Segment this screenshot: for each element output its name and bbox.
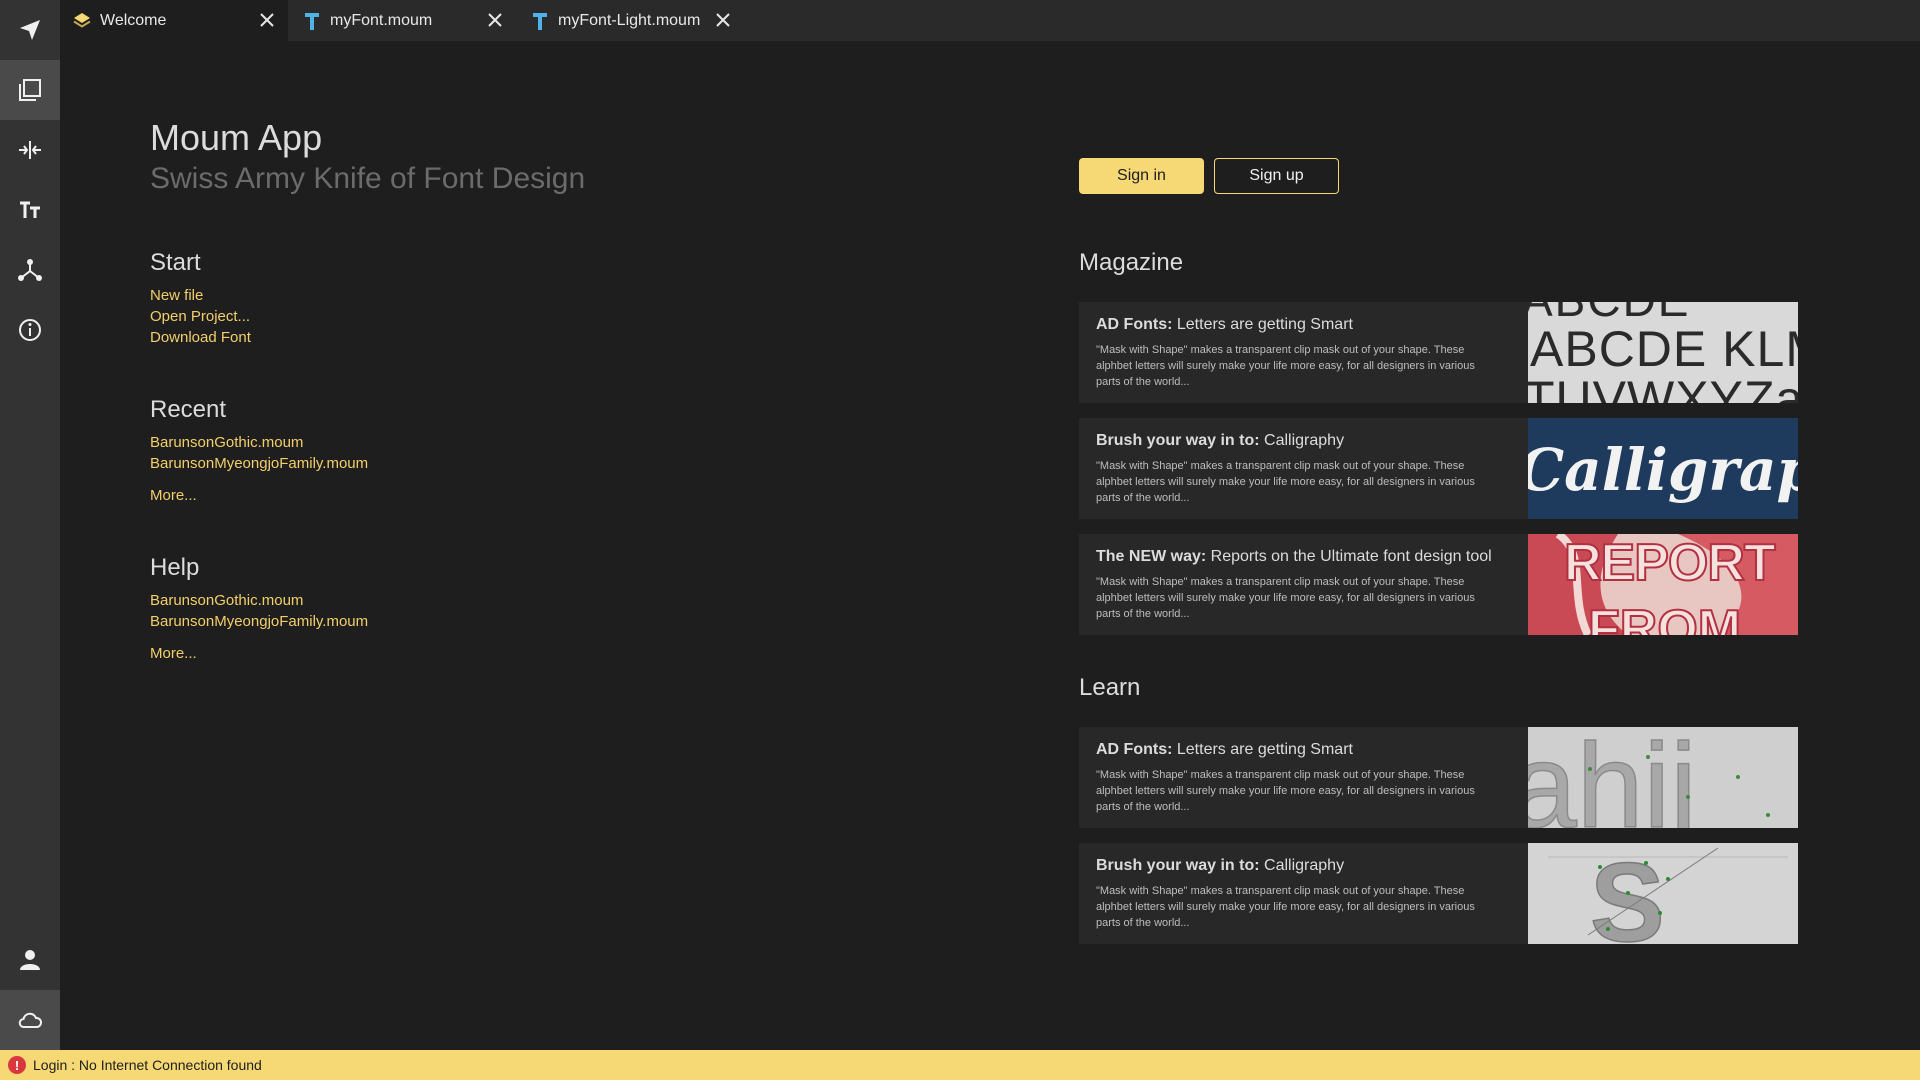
start-title: Start (150, 249, 201, 276)
close-icon[interactable] (258, 11, 276, 29)
text-size-icon (20, 201, 40, 218)
info-button[interactable] (0, 300, 60, 360)
recent-file-link[interactable]: BarunsonMyeongjoFamily.moum (150, 455, 368, 472)
tab-label: myFont-Light.moum (558, 12, 701, 29)
network-button[interactable] (0, 240, 60, 300)
font-file-icon (533, 13, 547, 30)
close-icon[interactable] (486, 11, 504, 29)
open-project-link[interactable]: Open Project... (150, 308, 250, 325)
card-description: "Mask with Shape" makes a transparent cl… (1096, 344, 1475, 388)
cloud-icon (18, 1012, 43, 1028)
tab-label: myFont.moum (330, 12, 433, 29)
thumb-text: ABCDE KLMNOPQR TUVWXYZa (1530, 321, 1798, 377)
navigate-button[interactable] (0, 0, 60, 60)
sign-in-button[interactable]: Sign in (1079, 158, 1204, 194)
status-bar: ! Login : No Internet Connection found (0, 1050, 1920, 1080)
card-title: AD Fonts: Letters are getting Smart (1096, 741, 1353, 758)
layers-icon (73, 13, 91, 28)
learn-title: Learn (1079, 674, 1141, 701)
card-thumbnail: S (1528, 843, 1798, 944)
card-title: The NEW way: Reports on the Ultimate fon… (1096, 548, 1492, 565)
card-thumbnail: REPORT FROM (1528, 534, 1798, 635)
sign-up-button[interactable]: Sign up (1214, 158, 1339, 194)
learn-card[interactable]: AD Fonts: Letters are getting Smart "Mas… (1079, 727, 1798, 828)
learn-card[interactable]: Brush your way in to: Calligraphy "Mask … (1079, 843, 1798, 944)
card-description: "Mask with Shape" makes a transparent cl… (1096, 576, 1475, 620)
compare-button[interactable] (0, 120, 60, 180)
card-description: "Mask with Shape" makes a transparent cl… (1096, 460, 1475, 504)
card-thumbnail: Calligraphy (1528, 418, 1798, 519)
user-icon (20, 950, 40, 970)
recent-file-link[interactable]: BarunsonGothic.moum (150, 434, 303, 451)
tab-bar: Welcome myFont.moum myFont-Light.moum (60, 0, 1920, 41)
navigate-icon (20, 20, 40, 40)
thumb-text: ahij (1528, 727, 1697, 828)
card-title: Brush your way in to: Calligraphy (1096, 857, 1345, 874)
new-file-link[interactable]: New file (150, 287, 203, 304)
page-subtitle: Swiss Army Knife of Font Design (150, 162, 586, 195)
close-icon[interactable] (714, 11, 732, 29)
tab-welcome[interactable]: Welcome (60, 0, 288, 41)
tab-label: Welcome (100, 12, 167, 29)
card-description: "Mask with Shape" makes a transparent cl… (1096, 885, 1475, 929)
card-title: AD Fonts: Letters are getting Smart (1096, 316, 1353, 333)
magazine-card[interactable]: Brush your way in to: Calligraphy "Mask … (1079, 418, 1798, 519)
font-file-icon (305, 13, 319, 30)
sidebar (0, 0, 60, 1050)
recent-title: Recent (150, 396, 227, 423)
svg-text:REPORT: REPORT (1564, 534, 1776, 592)
user-button[interactable] (0, 930, 60, 990)
magazine-card[interactable]: The NEW way: Reports on the Ultimate fon… (1079, 534, 1798, 635)
error-icon: ! (8, 1056, 26, 1074)
card-description: "Mask with Shape" makes a transparent cl… (1096, 769, 1475, 813)
card-thumbnail: ABCDE ABCDE KLMNOPQR TUVWXYZa TUVWXYZa (1528, 302, 1798, 403)
card-thumbnail: ahij (1528, 727, 1798, 828)
text-size-button[interactable] (0, 180, 60, 240)
tab-myfont[interactable]: myFont.moum (290, 0, 516, 41)
magazine-title: Magazine (1079, 249, 1184, 276)
help-link[interactable]: BarunsonMyeongjoFamily.moum (150, 613, 368, 630)
magazine-card[interactable]: AD Fonts: Letters are getting Smart "Mas… (1079, 302, 1798, 403)
pages-icon (19, 79, 41, 101)
help-link[interactable]: BarunsonGothic.moum (150, 592, 303, 609)
tab-myfont-light[interactable]: myFont-Light.moum (518, 0, 744, 41)
help-more-link[interactable]: More... (150, 645, 197, 662)
recent-more-link[interactable]: More... (150, 487, 197, 504)
svg-text:FROM: FROM (1588, 600, 1741, 635)
thumb-text: Calligraphy (1528, 436, 1798, 504)
compare-icon (19, 141, 41, 159)
app-window: Welcome myFont.moum myFont-Light.moum Mo… (0, 0, 1920, 1080)
info-icon (19, 319, 41, 341)
download-font-link[interactable]: Download Font (150, 329, 251, 346)
page-title: Moum App (150, 117, 323, 158)
cloud-button[interactable] (0, 990, 60, 1050)
status-text: Login : No Internet Connection found (33, 1057, 262, 1073)
card-title: Brush your way in to: Calligraphy (1096, 432, 1345, 449)
help-title: Help (150, 554, 200, 581)
network-icon (18, 259, 42, 281)
svg-text:TUVWXYZa: TUVWXYZa (1528, 371, 1798, 403)
pages-button[interactable] (0, 60, 60, 120)
